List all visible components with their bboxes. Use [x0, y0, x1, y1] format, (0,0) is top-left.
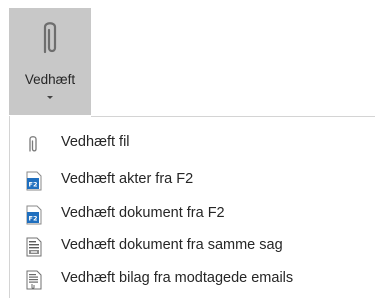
menu-item-attach-document-same-case[interactable]: Vedhæft dokument fra samme sag: [10, 231, 375, 262]
menu-item-label: Vedhæft akter fra F2: [61, 171, 194, 187]
menu-item-label: Vedhæft bilag fra modtagede emails: [61, 270, 294, 286]
attach-button-label: Vedhæft: [24, 72, 76, 87]
svg-text:F2: F2: [29, 215, 38, 223]
menu-item-label: Vedhæft fil: [61, 134, 130, 150]
menu-item-attach-file[interactable]: Vedhæft fil: [10, 128, 375, 159]
attach-button-main[interactable]: [9, 8, 91, 66]
email-attachment-icon: [24, 270, 44, 290]
attach-button-dropdown[interactable]: Vedhæft: [9, 66, 91, 115]
menu-item-label: Vedhæft dokument fra F2: [61, 205, 225, 221]
svg-text:F2: F2: [29, 181, 38, 189]
attach-split-button[interactable]: Vedhæft: [9, 8, 91, 115]
f2-document-icon: F2: [24, 205, 44, 225]
ribbon-area: Vedhæft: [0, 0, 375, 117]
f2-document-icon: F2: [24, 171, 44, 191]
menu-item-attach-email-attachments[interactable]: Vedhæft bilag fra modtagede emails: [10, 264, 375, 295]
menu-item-label: Vedhæft dokument fra samme sag: [61, 237, 283, 253]
menu-item-attach-document-f2[interactable]: F2 Vedhæft dokument fra F2: [10, 199, 375, 230]
paperclip-icon: [43, 22, 57, 54]
case-document-icon: [24, 237, 44, 257]
paperclip-icon: [24, 134, 44, 154]
dropdown-top-border: [91, 116, 375, 117]
chevron-down-icon: [47, 96, 53, 99]
menu-item-attach-records-f2[interactable]: F2 Vedhæft akter fra F2: [10, 165, 375, 196]
